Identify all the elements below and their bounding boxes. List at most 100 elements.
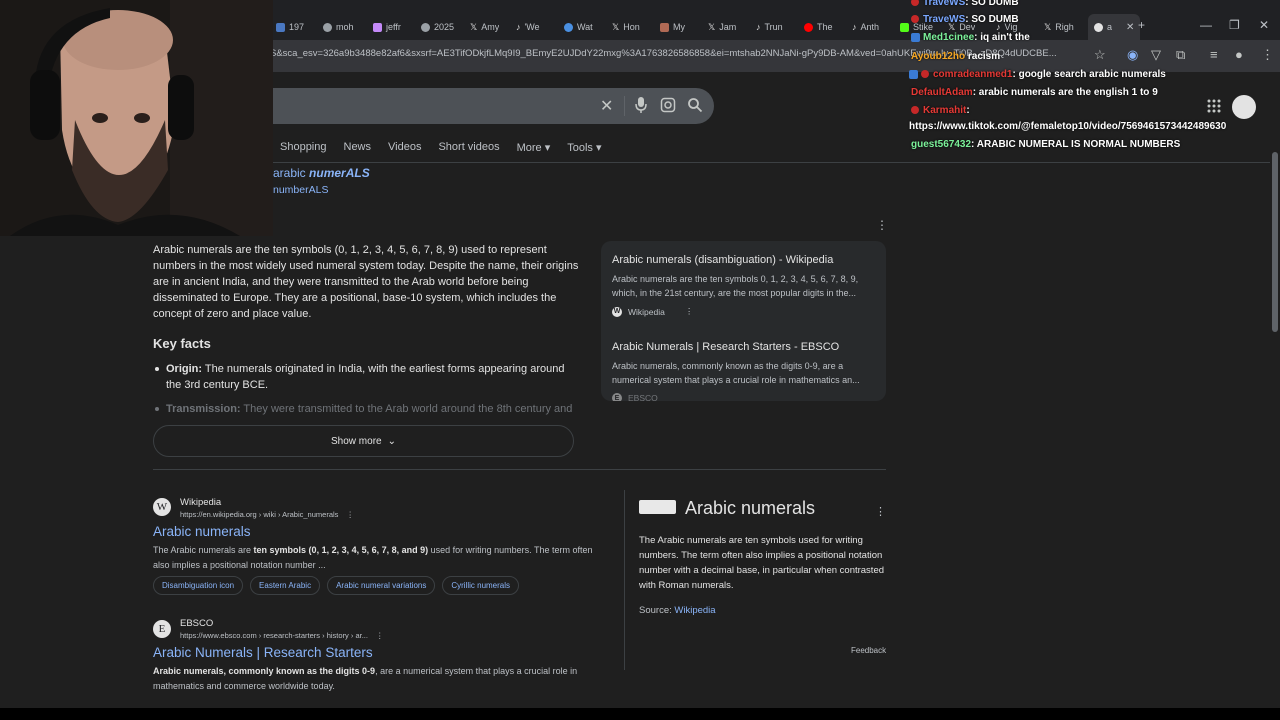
bottom-edge	[0, 708, 1280, 720]
search-filter-tabs: Shopping News Videos Short videos More ▾…	[280, 141, 619, 154]
extensions-puzzle-icon[interactable]: ⧉	[1176, 47, 1185, 63]
chip-link[interactable]: Cyrillic numerals	[442, 576, 520, 595]
bullet-dot	[155, 367, 159, 371]
more-options-icon[interactable]: ⋮	[346, 510, 354, 519]
chat-badge-icon	[911, 32, 920, 42]
bullet-dot	[155, 407, 159, 411]
tab-shopping[interactable]: Shopping	[280, 141, 327, 154]
tab-favicon-icon	[660, 22, 669, 32]
key-facts-heading: Key facts	[153, 336, 211, 351]
spelling-suggestion-alt[interactable]: numberALS	[273, 184, 328, 196]
tab-tools[interactable]: Tools ▾	[567, 141, 601, 154]
browser-tab[interactable]: 𝕏 Amy	[470, 18, 499, 36]
tab-more[interactable]: More ▾	[517, 141, 551, 154]
browser-tab[interactable]: ♪ Trun	[756, 18, 783, 36]
tiktok-logo-icon: ♪	[756, 22, 761, 32]
minimize-icon[interactable]: —	[1200, 18, 1212, 32]
tiktok-logo-icon: ♪	[516, 22, 521, 32]
result-site-name[interactable]: EBSCO	[180, 618, 213, 629]
tab-favicon-icon	[373, 22, 382, 32]
source-title[interactable]: Arabic Numerals | Research Starters - EB…	[612, 341, 839, 353]
show-more-button[interactable]: Show more ⌄	[153, 425, 574, 457]
feedback-link[interactable]: Feedback	[851, 646, 886, 655]
chevron-down-icon: ⌄	[387, 435, 396, 447]
google-lens-icon[interactable]	[660, 97, 676, 113]
knowledge-panel-divider	[624, 490, 625, 670]
extension-icon[interactable]: ▽	[1151, 47, 1161, 63]
tab-short-videos[interactable]: Short videos	[438, 141, 499, 154]
maximize-icon[interactable]: ❐	[1229, 18, 1240, 32]
chat-message: guest567432: ARABIC NUMERAL IS NORMAL NU…	[911, 139, 1181, 150]
browser-tab[interactable]: jeffr	[373, 18, 401, 36]
source-description: Arabic numerals, commonly known as the d…	[612, 361, 860, 385]
browser-tab[interactable]: The	[804, 18, 833, 36]
google-apps-icon[interactable]	[1207, 99, 1221, 113]
browser-tab[interactable]: 𝕏 Righ	[1044, 18, 1074, 36]
browser-menu-icon[interactable]: ⋮	[1261, 47, 1274, 63]
spelling-suggestion[interactable]: arabic numerALS	[273, 166, 370, 180]
chat-message: Med1cinee: iq ain't the	[911, 32, 1030, 43]
result-site-name[interactable]: Wikipedia	[180, 497, 221, 508]
knowledge-panel-image[interactable]	[639, 500, 676, 514]
more-options-icon[interactable]: ⋮	[685, 306, 694, 317]
overview-more-icon[interactable]: ⋮	[876, 218, 888, 232]
browser-tab[interactable]: My	[660, 18, 685, 36]
source-link[interactable]: Wikipedia	[674, 605, 715, 616]
tab-news[interactable]: News	[344, 141, 372, 154]
new-tab-icon[interactable]: +	[1138, 18, 1145, 32]
more-options-icon[interactable]: ⋮	[875, 505, 886, 518]
close-tab-icon[interactable]: ✕	[1126, 22, 1134, 33]
result-title[interactable]: Arabic Numerals | Research Starters	[153, 645, 373, 660]
browser-tab[interactable]: 𝕏 Hon	[612, 18, 640, 36]
browser-tab[interactable]: ♪ Anth	[852, 18, 879, 36]
clear-search-icon[interactable]: ✕	[600, 96, 613, 116]
scrollbar-track[interactable]	[1270, 72, 1280, 708]
browser-tab-active[interactable]: a ✕	[1088, 14, 1141, 40]
tab-favicon-icon	[276, 22, 285, 32]
ebsco-logo-icon: E	[153, 620, 171, 638]
chat-message: https://www.tiktok.com/@femaletop10/vide…	[909, 121, 1227, 132]
result-snippet: Arabic numerals, commonly known as the d…	[153, 666, 578, 691]
tab-favicon-icon	[564, 22, 573, 32]
browser-tab[interactable]: 197	[276, 18, 304, 36]
profile-icon[interactable]: ●	[1235, 47, 1243, 62]
section-divider	[153, 469, 886, 470]
microphone-icon[interactable]	[634, 96, 648, 114]
browser-tab[interactable]: 2025	[421, 18, 454, 36]
chip-link[interactable]: Arabic numeral variations	[327, 576, 436, 595]
source-title[interactable]: Arabic numerals (disambiguation) - Wikip…	[612, 254, 833, 266]
knowledge-panel-title: Arabic numerals	[685, 498, 816, 518]
chat-badge-icon	[911, 15, 919, 24]
chip-link[interactable]: Disambiguation icon	[153, 576, 244, 595]
tiktok-logo-icon: ♪	[852, 22, 857, 32]
overview-text: Arabic numerals are the ten symbols (0, …	[153, 244, 579, 320]
source-site[interactable]: E EBSCO	[612, 393, 658, 401]
x-logo-icon: 𝕏	[708, 21, 716, 32]
source-site[interactable]: W Wikipedia ⋮	[612, 306, 693, 317]
more-options-icon[interactable]: ⋮	[376, 631, 384, 640]
account-avatar[interactable]	[1232, 95, 1256, 119]
wikipedia-logo-icon: W	[153, 498, 171, 516]
extension-icon[interactable]: ◉	[1127, 47, 1138, 63]
globe-favicon-icon	[421, 22, 430, 32]
chat-badge-icon	[911, 0, 919, 7]
scrollbar-thumb[interactable]	[1272, 152, 1278, 332]
browser-tab[interactable]: Wat	[564, 18, 593, 36]
search-icon[interactable]	[687, 97, 703, 113]
chat-message: TraveWS: SO DUMB	[911, 0, 1019, 8]
browser-tab[interactable]: ♪ 'We	[516, 18, 540, 36]
tab-videos[interactable]: Videos	[388, 141, 421, 154]
chip-link[interactable]: Eastern Arabic	[250, 576, 321, 595]
result-title[interactable]: Arabic numerals	[153, 524, 251, 539]
overview-sources-panel: Arabic numerals (disambiguation) - Wikip…	[601, 241, 886, 401]
media-control-icon[interactable]: ≡	[1210, 47, 1218, 62]
bookmark-star-icon[interactable]: ☆	[1094, 47, 1106, 63]
chat-message: Ayoub12ho racism	[911, 51, 1001, 62]
result-url[interactable]: https://en.wikipedia.org › wiki › Arabic…	[180, 510, 354, 519]
result-url[interactable]: https://www.ebsco.com › research-starter…	[180, 631, 383, 640]
browser-tab[interactable]: 𝕏 Jam	[708, 18, 736, 36]
google-favicon-icon	[323, 22, 332, 32]
browser-tab[interactable]: moh	[323, 18, 354, 36]
google-favicon-icon	[1094, 22, 1103, 32]
close-window-icon[interactable]: ✕	[1259, 18, 1269, 32]
